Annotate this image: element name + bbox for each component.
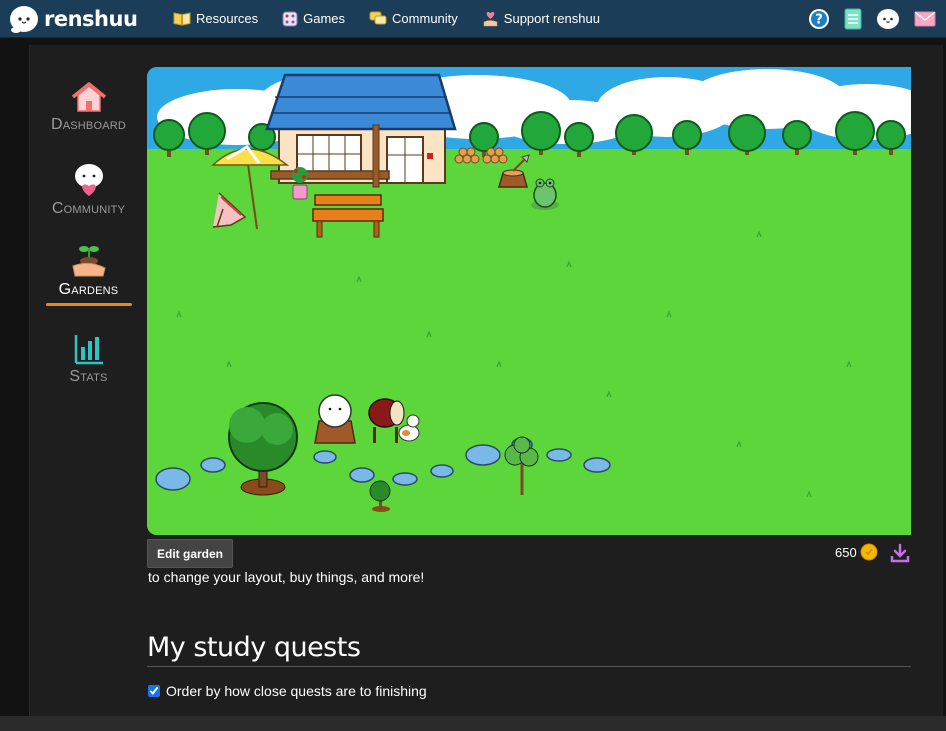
dice-icon <box>282 11 298 26</box>
notebook-button[interactable] <box>844 8 862 30</box>
nav-label: Support renshuu <box>503 11 600 26</box>
mascot-heart-icon <box>74 164 103 196</box>
chat-bubbles-icon <box>369 11 387 25</box>
sidebar-item-dashboard[interactable]: Dashboard <box>45 79 132 134</box>
nav-games[interactable]: Games <box>282 11 345 27</box>
download-icon <box>890 543 910 563</box>
top-right-icons: ? <box>794 0 936 37</box>
download-garden-button[interactable] <box>890 543 910 568</box>
top-navigation-bar: renshuu Resources Games Community Suppor… <box>0 0 946 38</box>
coin-icon <box>860 543 878 561</box>
nav-label: Games <box>303 11 346 26</box>
mascot-icon <box>877 8 899 29</box>
sidebar-item-label: Community <box>51 200 126 217</box>
garden-canvas[interactable] <box>147 67 911 535</box>
edit-garden-hint: to change your layout, buy things, and m… <box>148 569 425 585</box>
sidebar-item-community[interactable]: Community <box>45 163 132 218</box>
divider <box>147 666 911 667</box>
edit-garden-button[interactable]: Edit garden <box>147 539 233 568</box>
help-icon: ? <box>809 8 829 29</box>
nav-label: Community <box>392 11 458 26</box>
sidebar-item-label: Dashboard <box>50 116 127 133</box>
main-panel: Dashboard Community Gardens Stats Edit g… <box>29 45 943 731</box>
sidebar-item-label: Stats <box>69 368 108 385</box>
nav-resources[interactable]: Resources <box>173 11 258 26</box>
page-bottom-edge <box>0 716 946 731</box>
svg-text:?: ? <box>815 12 823 27</box>
order-quests-option[interactable]: Order by how close quests are to finishi… <box>147 683 427 699</box>
brand-name: renshuu <box>44 6 138 31</box>
help-button[interactable]: ? <box>808 8 830 30</box>
notebook-icon <box>844 8 862 29</box>
order-quests-checkbox[interactable] <box>148 685 160 697</box>
nav-community[interactable]: Community <box>369 11 458 26</box>
renshuu-logo[interactable]: renshuu <box>8 3 138 34</box>
book-icon <box>173 12 191 26</box>
section-title: My study quests <box>147 632 361 663</box>
bar-chart-icon <box>74 335 103 365</box>
main-nav: Resources Games Community Support renshu… <box>173 0 624 37</box>
coin-balance: 650 <box>835 543 878 561</box>
active-indicator <box>45 303 132 306</box>
sidebar-item-stats[interactable]: Stats <box>45 331 132 386</box>
nav-support[interactable]: Support renshuu <box>482 10 600 27</box>
nav-label: Resources <box>196 11 259 26</box>
sprout-hand-icon <box>71 246 106 277</box>
profile-button[interactable] <box>876 8 900 30</box>
sidebar-item-label: Gardens <box>58 281 119 298</box>
sidebar-item-gardens[interactable]: Gardens <box>45 244 132 306</box>
mascot-icon <box>10 5 38 33</box>
house-icon <box>71 82 106 112</box>
checkbox-label: Order by how close quests are to finishi… <box>166 683 427 699</box>
mascot-on-stump[interactable] <box>314 394 356 444</box>
mail-icon <box>914 10 936 26</box>
heart-hand-icon <box>483 11 498 27</box>
coin-count: 650 <box>835 544 857 560</box>
mail-button[interactable] <box>914 10 936 27</box>
